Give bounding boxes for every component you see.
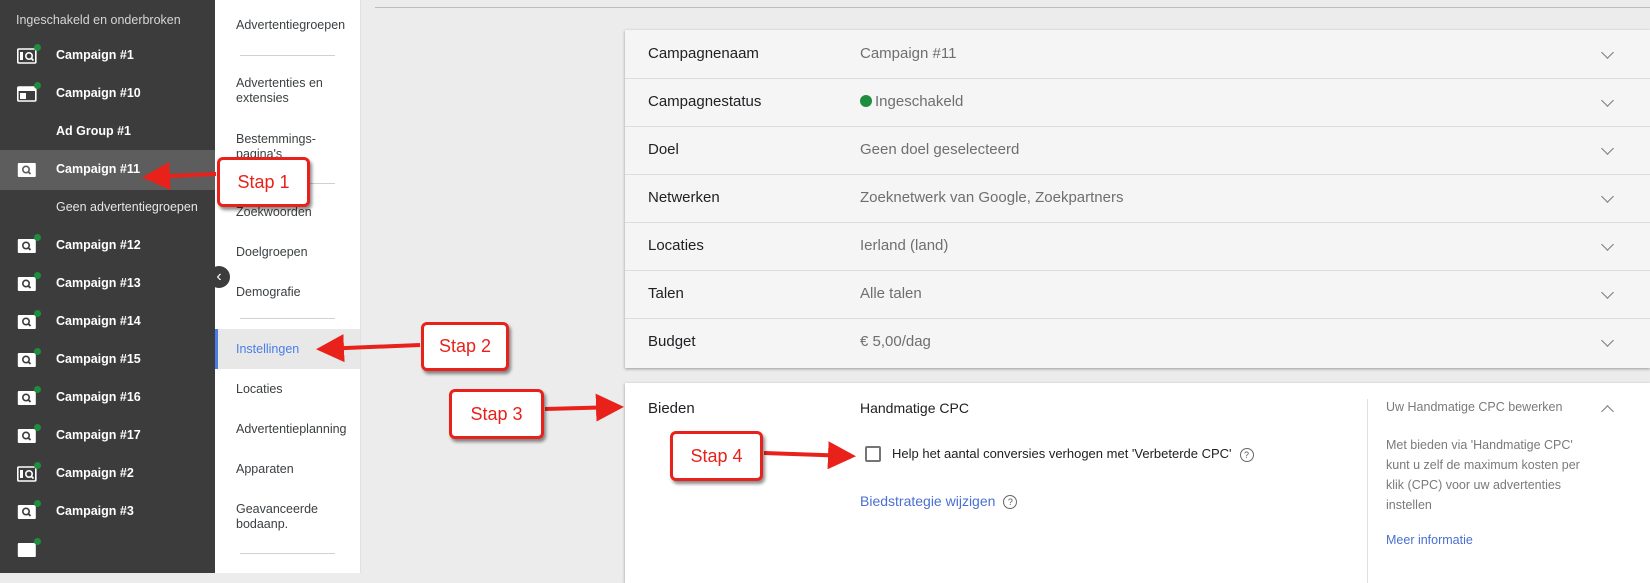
arrow-step-4 (763, 441, 856, 470)
annotation-step-1: Stap 1 (217, 157, 310, 207)
arrow-step-1 (142, 162, 217, 191)
annotation-step-4: Stap 4 (670, 431, 763, 481)
arrow-step-3 (544, 393, 624, 422)
annotation-arrows (142, 162, 856, 470)
annotation-step-2: Stap 2 (421, 322, 509, 371)
arrow-step-2 (316, 334, 421, 363)
annotation-step-3: Stap 3 (449, 389, 544, 439)
